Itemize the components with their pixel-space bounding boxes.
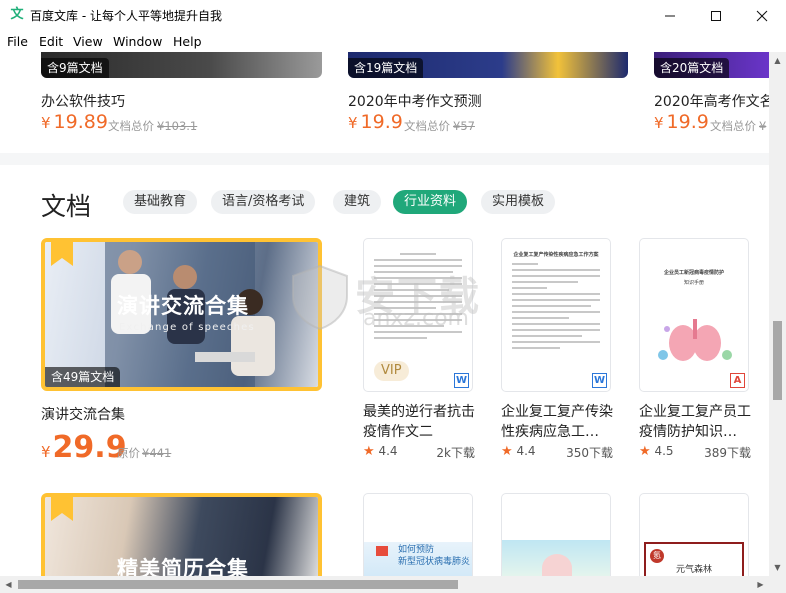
rating: 4.4	[516, 444, 536, 458]
total-price: 文档总价 ¥57	[404, 119, 475, 133]
download-count: 389下载	[704, 446, 751, 460]
mask-illustration	[542, 554, 572, 576]
collection-price: ¥29.9	[41, 430, 127, 465]
section-title: 文档	[41, 192, 92, 221]
preview-subheading: 知识手册	[683, 280, 704, 286]
collection-thumbnail: 含9篇文档	[41, 52, 322, 78]
content-area: 含9篇文档 办公软件技巧 ¥19.89 文档总价 ¥103.1 含19篇文档 20…	[0, 52, 769, 576]
collection-ribbon-icon	[51, 242, 73, 266]
collection-cover[interactable]: 演讲交流合集 Exchange of speeches 含49篇文档	[41, 238, 322, 391]
tab-practical-templates[interactable]: 实用模板	[481, 190, 556, 214]
tab-language-exams[interactable]: 语言/资格考试	[211, 190, 316, 214]
menu-bar: File Edit View Window Help	[0, 31, 786, 52]
rating: 4.4	[378, 444, 398, 458]
document-preview[interactable]: 氪 元气森林	[639, 493, 749, 576]
document-preview[interactable]: 企业员工新冠病毒疫情防护 知识手册 A	[639, 238, 749, 392]
window-title: 百度文库 - 让每个人平等地提升自我	[30, 9, 222, 23]
collection-thumbnail: 含19篇文档	[348, 52, 628, 78]
section-divider	[0, 153, 769, 165]
scroll-right-arrow-icon[interactable]: ▶	[752, 576, 769, 593]
tab-basic-education[interactable]: 基础教育	[123, 190, 198, 214]
medkit-icon	[376, 546, 388, 556]
vertical-scrollbar[interactable]: ▲ ▼	[769, 52, 786, 576]
cover-subtitle: Exchange of speeches	[119, 322, 255, 333]
tab-industry-materials[interactable]: 行业资料	[393, 190, 468, 214]
scroll-down-arrow-icon[interactable]: ▼	[769, 559, 786, 576]
original-price: 原价 ¥441	[117, 446, 172, 460]
collection-price: ¥19.9	[348, 111, 403, 133]
preview-text: 如何预防 新型冠状病毒肺炎	[398, 545, 471, 567]
lungs-illustration	[658, 319, 732, 361]
star-icon: ★	[639, 444, 651, 459]
collection-title: 2020年中考作文预测	[348, 94, 482, 110]
word-file-icon: W	[592, 373, 607, 388]
doc-count-badge: 含19篇文档	[348, 58, 424, 78]
minimize-button[interactable]	[647, 0, 693, 31]
star-icon: ★	[363, 444, 375, 459]
document-meta: ★ 4.4 2k下载	[363, 444, 475, 460]
doc-count-badge: 含20篇文档	[654, 58, 730, 78]
preview-text: 元气森林	[676, 565, 713, 575]
document-meta: ★ 4.4 350下载	[501, 444, 613, 460]
menu-window[interactable]: Window	[113, 34, 162, 49]
scrollbar-corner	[769, 576, 786, 593]
minimize-icon	[665, 15, 675, 16]
scroll-left-arrow-icon[interactable]: ◀	[0, 576, 17, 593]
close-button[interactable]	[739, 0, 785, 31]
document-preview[interactable]	[501, 493, 611, 576]
maximize-icon	[711, 10, 721, 21]
vip-badge: VIP	[374, 361, 409, 381]
collection-title: 办公软件技巧	[41, 94, 125, 110]
download-count: 2k下载	[436, 446, 475, 460]
document-preview[interactable]: VIP W	[363, 238, 473, 392]
title-bar: 文 百度文库 - 让每个人平等地提升自我	[0, 0, 786, 31]
horizontal-scroll-thumb[interactable]	[18, 580, 458, 589]
document-title[interactable]: 企业复工复产传染性疾病应急工…	[501, 402, 613, 442]
maximize-button[interactable]	[693, 0, 739, 31]
menu-help[interactable]: Help	[173, 34, 202, 49]
preview-heading: 企业复工复产传染性疾病应急工作方案	[513, 252, 599, 258]
cover-title: 精美简历合集	[117, 557, 249, 576]
total-price: 文档总价 ¥	[710, 119, 767, 133]
document-preview[interactable]: 企业复工复产传染性疾病应急工作方案 W	[501, 238, 611, 392]
word-file-icon: W	[454, 373, 469, 388]
preview-mark: 氪	[650, 549, 664, 563]
collection-title: 2020年高考作文名	[654, 94, 769, 110]
collection-price: ¥19.89	[41, 111, 108, 133]
menu-file[interactable]: File	[7, 34, 28, 49]
app-logo-icon: 文	[10, 7, 24, 22]
horizontal-scrollbar[interactable]: ◀ ▶	[0, 576, 769, 593]
vertical-scroll-thumb[interactable]	[773, 321, 782, 400]
doc-count-badge: 含9篇文档	[41, 58, 109, 78]
document-preview[interactable]: 如何预防 新型冠状病毒肺炎	[363, 493, 473, 576]
doc-count-badge: 含49篇文档	[45, 367, 121, 387]
tab-architecture[interactable]: 建筑	[333, 190, 382, 214]
star-icon: ★	[501, 444, 513, 459]
menu-edit[interactable]: Edit	[39, 34, 63, 49]
collection-price: ¥19.9	[654, 111, 709, 133]
rating: 4.5	[654, 444, 674, 458]
scroll-up-arrow-icon[interactable]: ▲	[769, 52, 786, 69]
collection-ribbon-icon	[51, 497, 73, 521]
cover-title: 演讲交流合集	[117, 294, 249, 318]
document-title[interactable]: 最美的逆行者抗击疫情作文二	[363, 402, 475, 442]
document-meta: ★ 4.5 389下载	[639, 444, 751, 460]
total-price: 文档总价 ¥103.1	[108, 119, 198, 133]
close-icon	[756, 10, 768, 21]
menu-view[interactable]: View	[73, 34, 103, 49]
document-title[interactable]: 企业复工复产员工疫情防护知识…	[639, 402, 751, 442]
download-count: 350下载	[566, 446, 613, 460]
collection-cover[interactable]: 精美简历合集	[41, 493, 322, 576]
preview-heading: 企业员工新冠病毒疫情防护	[663, 270, 724, 276]
pdf-file-icon: A	[730, 373, 745, 388]
collection-title[interactable]: 演讲交流合集	[41, 404, 125, 424]
collection-thumbnail: 含20篇文档	[654, 52, 769, 78]
